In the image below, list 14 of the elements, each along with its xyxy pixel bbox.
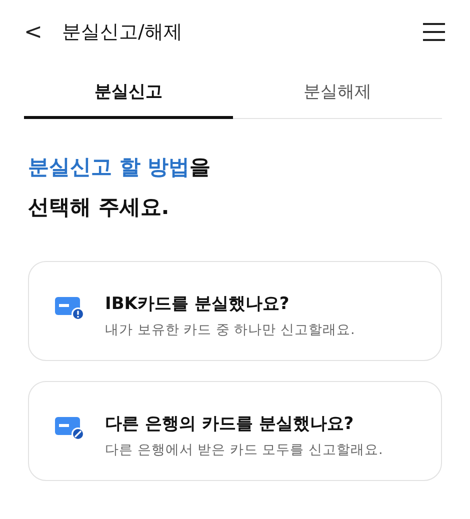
card-alert-icon	[55, 296, 85, 322]
card-blocked-icon	[55, 416, 85, 442]
back-button[interactable]: <	[24, 20, 62, 44]
option-description: 다른 은행에서 받은 카드 모두를 신고할래요.	[105, 441, 383, 459]
option-title: IBK카드를 분실했나요?	[105, 293, 290, 315]
tab[interactable]: 분실해제	[233, 72, 442, 119]
page-title: 분실신고/해제	[62, 20, 184, 45]
tab[interactable]: 분실신고	[24, 72, 233, 119]
option-description: 내가 보유한 카드 중 하나만 신고할래요.	[105, 321, 355, 339]
option-card[interactable]: IBK카드를 분실했나요? 내가 보유한 카드 중 하나만 신고할래요.	[28, 261, 442, 361]
heading: 분실신고 할 방법을 선택해 주세요.	[28, 154, 212, 221]
option-title: 다른 은행의 카드를 분실했나요?	[105, 413, 355, 435]
menu-icon[interactable]	[422, 22, 446, 42]
option-card[interactable]: 다른 은행의 카드를 분실했나요? 다른 은행에서 받은 카드 모두를 신고할래요.	[28, 381, 442, 481]
